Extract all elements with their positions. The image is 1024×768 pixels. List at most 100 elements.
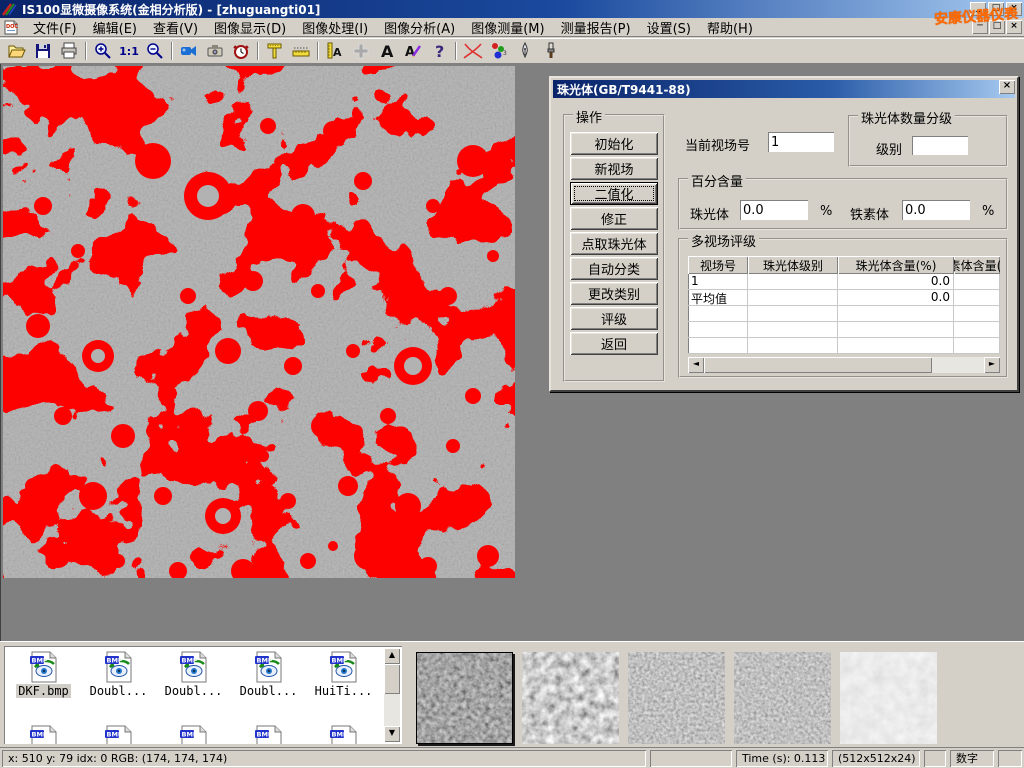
rate-button[interactable]: 评级	[570, 307, 658, 330]
menu-image-analysis[interactable]: 图像分析(A)	[376, 16, 463, 39]
menu-file[interactable]: 文件(F)	[25, 16, 85, 39]
table-row[interactable]: 平均值 0.0	[688, 290, 1000, 306]
print-button[interactable]	[56, 40, 82, 62]
menu-image-measure[interactable]: 图像测量(M)	[463, 16, 552, 39]
return-button[interactable]: 返回	[570, 332, 658, 355]
initialize-button[interactable]: 初始化	[570, 132, 658, 155]
text-edit-button[interactable]: A	[400, 40, 426, 62]
file-item[interactable]: BMP	[306, 722, 381, 744]
cell	[954, 306, 1000, 322]
file-item-double1[interactable]: BMP Doubl...	[81, 648, 156, 698]
scroll-down-icon[interactable]: ▼	[384, 726, 400, 742]
ruler-button[interactable]	[288, 40, 314, 62]
file-item[interactable]: BMP	[156, 722, 231, 744]
toolbar-separator	[455, 42, 457, 60]
table-horizontal-scrollbar[interactable]: ◄ ►	[688, 357, 1000, 373]
ferrite-percent-input[interactable]	[902, 200, 970, 220]
pen-button[interactable]	[512, 40, 538, 62]
scroll-thumb[interactable]	[704, 357, 932, 373]
curve-measure-button[interactable]	[460, 40, 486, 62]
zoom-in-button[interactable]	[90, 40, 116, 62]
thumbnail-1[interactable]	[416, 652, 513, 744]
save-button[interactable]	[30, 40, 56, 62]
scroll-left-icon[interactable]: ◄	[688, 357, 704, 373]
metallographic-image[interactable]	[3, 66, 515, 578]
maximize-button[interactable]: □	[988, 2, 1004, 16]
file-browser[interactable]: BMP DKF.bmp BMP Doubl... BMP Doubl... BM…	[4, 646, 402, 744]
file-item-dkf[interactable]: BMP DKF.bmp	[6, 648, 81, 698]
auto-classify-button[interactable]: 自动分类	[570, 257, 658, 280]
document-icon[interactable]: DOC	[4, 20, 19, 35]
dialog-title: 珠光体(GB/T9441-88)	[557, 81, 691, 98]
rating-table[interactable]: 视场号 珠光体级别 珠光体含量(%) 铁素体含量(%) 1 0.0 平均值 0.…	[688, 256, 1000, 354]
caliper-button[interactable]	[262, 40, 288, 62]
child-close-button[interactable]: ×	[1006, 20, 1022, 34]
scroll-thumb[interactable]	[384, 664, 400, 694]
video-camera-button[interactable]	[176, 40, 202, 62]
child-minimize-button[interactable]: ─	[972, 20, 988, 34]
child-restore-button[interactable]: □	[989, 20, 1005, 34]
menu-measure-report[interactable]: 测量报告(P)	[553, 16, 639, 39]
file-row: BMP DKF.bmp BMP Doubl... BMP Doubl... BM…	[6, 648, 384, 698]
table-row[interactable]	[688, 306, 1000, 322]
pick-pearlite-button[interactable]: 点取珠光体	[570, 232, 658, 255]
table-row[interactable]	[688, 322, 1000, 338]
open-button[interactable]	[4, 40, 30, 62]
file-name[interactable]: HuiTi...	[313, 684, 375, 698]
measure-text-button[interactable]: A	[322, 40, 348, 62]
menu-image-display[interactable]: 图像显示(D)	[206, 16, 294, 39]
col-ferrite-content[interactable]: 铁素体含量(%)	[954, 256, 1000, 274]
scroll-track[interactable]	[704, 357, 984, 373]
menu-view[interactable]: 查看(V)	[145, 16, 206, 39]
dialog-close-button[interactable]: ×	[999, 80, 1015, 94]
cross-marker-icon	[351, 41, 371, 61]
file-item[interactable]: BMP	[6, 722, 81, 744]
change-class-button[interactable]: 更改类别	[570, 282, 658, 305]
zoom-out-button[interactable]	[142, 40, 168, 62]
actual-size-button[interactable]: 1:1	[116, 40, 142, 62]
brush-button[interactable]	[538, 40, 564, 62]
close-button[interactable]: ×	[1006, 2, 1022, 16]
file-name[interactable]: Doubl...	[163, 684, 225, 698]
dialog-title-bar[interactable]: 珠光体(GB/T9441-88)	[553, 80, 1015, 98]
file-name[interactable]: Doubl...	[238, 684, 300, 698]
menu-settings[interactable]: 设置(S)	[639, 16, 699, 39]
col-pearlite-grade[interactable]: 珠光体级别	[748, 256, 838, 274]
file-vertical-scrollbar[interactable]: ▲ ▼	[384, 648, 400, 742]
cross-marker-button[interactable]	[348, 40, 374, 62]
thumbnail-4[interactable]	[734, 652, 831, 744]
col-pearlite-content[interactable]: 珠光体含量(%)	[838, 256, 954, 274]
new-field-button[interactable]: 新视场	[570, 157, 658, 180]
file-item[interactable]: BMP	[231, 722, 306, 744]
text-button[interactable]: A	[374, 40, 400, 62]
camera-button[interactable]	[202, 40, 228, 62]
cell: 平均值	[688, 290, 748, 306]
file-item-double3[interactable]: BMP Doubl...	[231, 648, 306, 698]
print-icon	[59, 41, 79, 61]
menu-edit[interactable]: 编辑(E)	[85, 16, 145, 39]
table-row[interactable]	[688, 338, 1000, 354]
thumbnail-2[interactable]	[522, 652, 619, 744]
file-name[interactable]: Doubl...	[88, 684, 150, 698]
scroll-right-icon[interactable]: ►	[984, 357, 1000, 373]
menu-image-processing[interactable]: 图像处理(I)	[294, 16, 376, 39]
class-markers-button[interactable]: 3	[486, 40, 512, 62]
binarize-button[interactable]: 二值化	[570, 182, 658, 205]
current-field-input[interactable]	[768, 132, 834, 152]
col-field-number[interactable]: 视场号	[688, 256, 748, 274]
grade-input[interactable]	[912, 136, 968, 155]
scroll-up-icon[interactable]: ▲	[384, 648, 400, 664]
thumbnail-3[interactable]	[628, 652, 725, 744]
timer-button[interactable]	[228, 40, 254, 62]
menu-help[interactable]: 帮助(H)	[699, 16, 761, 39]
file-item-double2[interactable]: BMP Doubl...	[156, 648, 231, 698]
file-name[interactable]: DKF.bmp	[16, 684, 71, 698]
minimize-button[interactable]: _	[970, 2, 986, 16]
correct-button[interactable]: 修正	[570, 207, 658, 230]
file-item[interactable]: BMP	[81, 722, 156, 744]
thumbnail-5[interactable]	[840, 652, 937, 744]
help-button[interactable]: ?	[426, 40, 452, 62]
table-row[interactable]: 1 0.0	[688, 274, 1000, 290]
pearlite-percent-input[interactable]	[740, 200, 808, 220]
file-item-huiti[interactable]: BMP HuiTi...	[306, 648, 381, 698]
